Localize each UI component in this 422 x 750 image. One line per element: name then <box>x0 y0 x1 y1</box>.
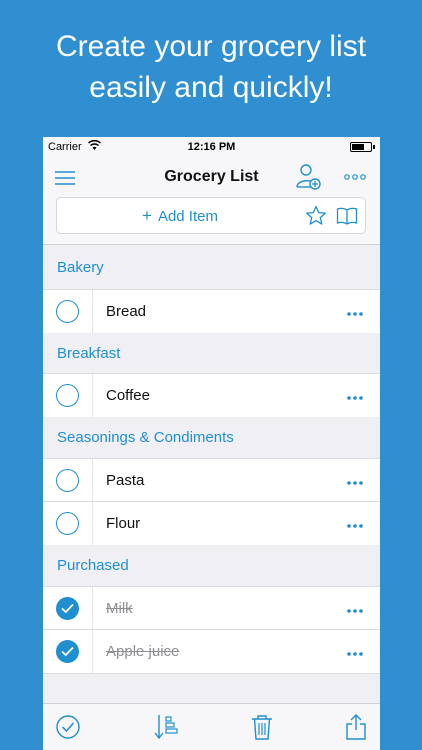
list-item[interactable]: Pasta <box>43 458 380 502</box>
checkbox-cell[interactable] <box>43 502 93 545</box>
more-icon[interactable] <box>343 475 367 485</box>
more-icon[interactable] <box>343 170 367 182</box>
more-icon[interactable] <box>343 390 367 400</box>
book-icon[interactable] <box>336 207 358 225</box>
promo-line-2: easily and quickly! <box>89 71 333 104</box>
add-item-button[interactable]: + Add Item <box>57 198 303 233</box>
checkbox-cell[interactable] <box>43 630 93 673</box>
bottom-toolbar <box>43 703 380 750</box>
check-all-icon[interactable] <box>54 713 82 741</box>
page-title: Grocery List <box>164 168 259 185</box>
checked-icon[interactable] <box>56 597 79 620</box>
sort-icon[interactable] <box>152 713 180 741</box>
share-icon[interactable] <box>342 713 370 741</box>
more-icon[interactable] <box>343 646 367 656</box>
status-time: 12:16 PM <box>187 141 236 153</box>
item-label: Apple juice <box>106 643 180 660</box>
item-label: Milk <box>106 600 133 617</box>
item-label: Bread <box>106 303 147 320</box>
list-item[interactable]: Apple juice <box>43 629 380 673</box>
checkbox-icon[interactable] <box>56 512 79 535</box>
section-header-purchased: Purchased <box>43 545 380 587</box>
navigation-bar: Grocery List + Add Item <box>43 157 380 245</box>
trash-icon[interactable] <box>248 713 276 741</box>
section-header-breakfast: Breakfast <box>43 333 380 375</box>
checkbox-icon[interactable] <box>56 300 79 323</box>
promo-line-1: Create your grocery list <box>55 30 367 63</box>
checked-icon[interactable] <box>56 640 79 663</box>
list-empty-space <box>43 673 380 703</box>
item-label: Pasta <box>106 472 145 489</box>
phone-screen: Carrier 12:16 PM Grocery List + Add Item <box>43 137 380 750</box>
add-item-bar: + Add Item <box>56 197 366 234</box>
checkbox-cell[interactable] <box>43 290 93 333</box>
list-item[interactable]: Flour <box>43 501 380 545</box>
status-bar: Carrier 12:16 PM <box>43 137 380 157</box>
checkbox-icon[interactable] <box>56 469 79 492</box>
section-header-seasonings: Seasonings & Condiments <box>43 417 380 459</box>
battery-icon <box>350 142 375 152</box>
item-label: Coffee <box>106 387 150 404</box>
list-item[interactable]: Bread <box>43 289 380 333</box>
list-item[interactable]: Milk <box>43 586 380 630</box>
checkbox-icon[interactable] <box>56 384 79 407</box>
list-item[interactable]: Coffee <box>43 373 380 417</box>
star-icon[interactable] <box>305 205 327 226</box>
item-label: Flour <box>106 515 141 532</box>
more-icon[interactable] <box>343 518 367 528</box>
checkbox-cell[interactable] <box>43 459 93 502</box>
user-add-icon[interactable] <box>296 163 322 191</box>
section-header-bakery: Bakery <box>43 247 380 289</box>
more-icon[interactable] <box>343 603 367 613</box>
checkbox-cell[interactable] <box>43 587 93 630</box>
promo-headline: Create your grocery list easily and quic… <box>0 26 422 108</box>
plus-icon: + <box>142 206 152 225</box>
checkbox-cell[interactable] <box>43 374 93 417</box>
more-icon[interactable] <box>343 306 367 316</box>
add-item-label: Add Item <box>157 208 218 225</box>
